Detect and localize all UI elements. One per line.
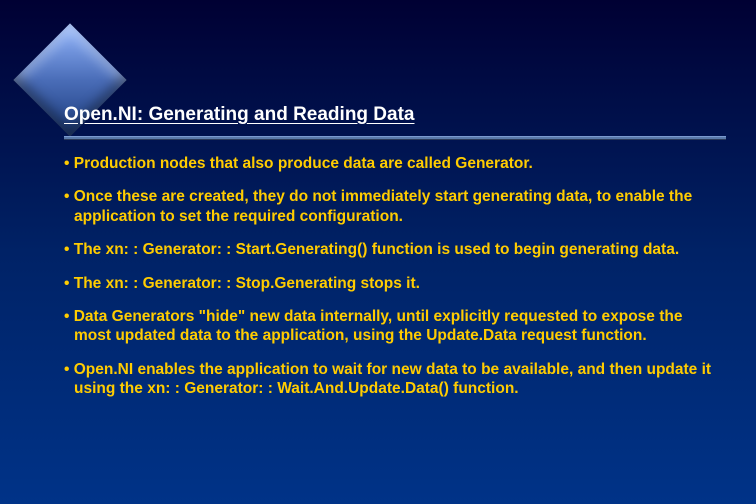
bullet-item: Data Generators "hide" new data internal… [64,307,712,346]
title-section: Open.NI: Generating and Reading Data [64,104,726,140]
title-underline-rule [64,136,726,140]
bullet-item: Once these are created, they do not imme… [64,187,712,226]
bullet-item: The xn: : Generator: : Start.Generating(… [64,240,712,259]
bullet-item: The xn: : Generator: : Stop.Generating s… [64,274,712,293]
slide-content: Production nodes that also produce data … [64,154,712,412]
bullet-item: Open.NI enables the application to wait … [64,360,712,399]
slide-title: Open.NI: Generating and Reading Data [64,104,726,126]
bullet-item: Production nodes that also produce data … [64,154,712,173]
